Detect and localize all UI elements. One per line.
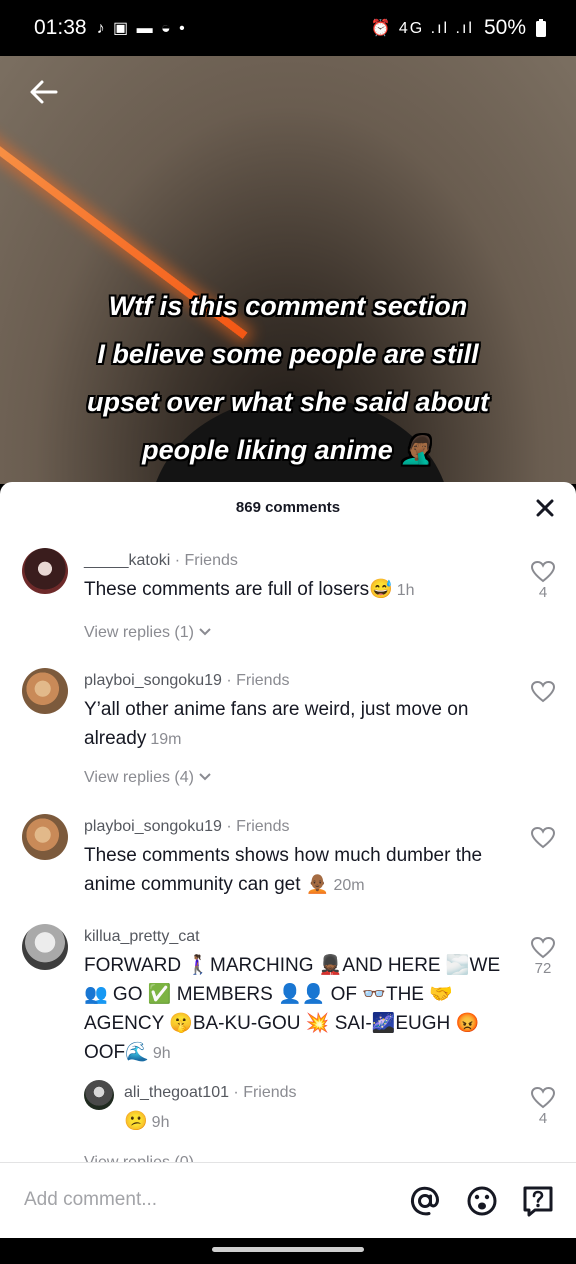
comment-user: ali_thegoat101 · Friends [124,1082,506,1104]
comment-item: killua_pretty_cat FORWARD 🚶🏾‍♀️MARCHING … [0,924,576,1074]
clock: 01:38 [34,16,87,39]
video-caption: Wtf is this comment section I believe so… [0,282,576,474]
comments-sheet: 869 comments _____katoki · Friends These… [0,482,576,1238]
username[interactable]: ali_thegoat101 [124,1084,229,1101]
comment-user: playboi_songoku19 · Friends [84,816,506,838]
battery-percent: 50% [483,16,526,39]
view-replies-button[interactable]: View replies (1) [84,624,212,642]
view-replies-label: View replies (1) [84,624,194,641]
heart-icon [530,936,556,959]
avatar[interactable] [22,924,68,970]
comment-text: These comments shows how much dumber the… [84,841,506,900]
username[interactable]: killua_pretty_cat [84,928,200,945]
friends-tag: · Friends [228,1084,297,1101]
comment-content: These comments shows how much dumber the… [84,845,483,895]
comment-body: _____katoki · Friends These comments are… [84,550,506,605]
comment-text: FORWARD 🚶🏾‍♀️MARCHING 💂🏾AND HERE 🌫️WE 👥 … [84,951,506,1068]
reply-item: ali_thegoat101 · Friends 😕 9h 4 [0,1080,576,1150]
close-icon[interactable] [532,495,558,521]
chevron-down-icon [199,628,212,636]
heart-icon [530,680,556,703]
comment-content: Y’all other anime fans are weird, just m… [84,699,469,749]
username[interactable]: _____katoki [84,552,170,569]
video-player[interactable]: Wtf is this comment section I believe so… [0,56,576,484]
comment-body: killua_pretty_cat FORWARD 🚶🏾‍♀️MARCHING … [84,926,506,1068]
caption-line: Wtf is this comment section [108,291,468,321]
comment-user: _____katoki · Friends [84,550,506,572]
view-replies-label: View replies (4) [84,769,194,786]
mention-icon[interactable] [408,1184,442,1218]
emoji-icon[interactable] [465,1184,499,1218]
comment-time: 9h [152,1045,171,1062]
friends-tag: · Friends [221,672,290,689]
heart-icon [530,1086,556,1109]
status-bar: 01:38 ♪ ▣ ▬ ◒ • ⏰ 4G .ıl .ıl 50% [0,0,576,56]
comment-input-bar: Add comment... [0,1162,576,1238]
like-button[interactable]: 72 [530,936,556,977]
avatar[interactable] [22,548,68,594]
view-replies-button[interactable]: View replies (0) [84,1154,194,1162]
friends-tag: · Friends [221,818,290,835]
back-arrow-icon[interactable] [26,74,62,110]
comment-body: playboi_songoku19 · Friends These commen… [84,816,506,900]
friends-tag: · Friends [170,552,238,569]
signal-icons: ⏰ 4G .ıl .ıl [370,20,474,37]
comment-time: 9h [151,1114,170,1131]
like-button[interactable] [530,680,556,704]
comment-body: ali_thegoat101 · Friends 😕 9h [124,1082,506,1137]
comment-time: 19m [150,731,182,748]
comment-content: 😕 [124,1111,148,1132]
status-right: ⏰ 4G .ıl .ıl 50% [370,16,546,40]
battery-icon [536,19,546,37]
caption-line: I believe some people are still [97,339,479,369]
comment-text: Y’all other anime fans are weird, just m… [84,695,506,754]
question-icon[interactable] [521,1184,555,1218]
comment-user: playboi_songoku19 · Friends [84,670,506,692]
caption-line: upset over what she said about [86,387,490,417]
comment-user: killua_pretty_cat [84,926,506,948]
username[interactable]: playboi_songoku19 [84,818,222,835]
like-count: 72 [534,960,552,977]
like-button[interactable]: 4 [530,560,556,601]
comment-count: 869 comments [235,499,341,516]
comment-content: These comments are full of losers😅 [84,579,393,600]
comment-input[interactable]: Add comment... [24,1189,157,1211]
username[interactable]: playboi_songoku19 [84,672,222,689]
comment-content: FORWARD 🚶🏾‍♀️MARCHING 💂🏾AND HERE 🌫️WE 👥 … [84,955,501,1063]
like-count: 4 [538,584,548,601]
comment-time: 1h [396,582,415,599]
comment-list[interactable]: _____katoki · Friends These comments are… [0,534,576,1162]
notification-icons: ♪ ▣ ▬ ◒ • [96,20,187,37]
view-replies-label: View replies (0) [84,1154,194,1162]
comment-text: 😕 9h [124,1107,506,1137]
home-indicator[interactable] [212,1247,364,1252]
status-left: 01:38 ♪ ▣ ▬ ◒ • [34,16,187,40]
like-button[interactable] [530,826,556,850]
chevron-down-icon [199,773,212,781]
avatar[interactable] [22,668,68,714]
comment-time: 20m [333,877,365,894]
comments-header: 869 comments [0,482,576,534]
like-count: 4 [538,1110,548,1127]
comment-item: playboi_songoku19 · Friends Y’all other … [0,668,576,798]
heart-icon [530,560,556,583]
caption-line: people liking anime 🤦🏾‍♂️ [142,435,434,465]
avatar[interactable] [84,1080,114,1110]
comment-text: These comments are full of losers😅 1h [84,575,506,605]
comment-body: playboi_songoku19 · Friends Y’all other … [84,670,506,754]
heart-icon [530,826,556,849]
like-button[interactable]: 4 [530,1086,556,1127]
avatar[interactable] [22,814,68,860]
comment-item: playboi_songoku19 · Friends These commen… [0,814,576,904]
system-nav-bar [0,1238,576,1264]
comment-item: _____katoki · Friends These comments are… [0,548,576,658]
view-replies-button[interactable]: View replies (4) [84,769,212,787]
